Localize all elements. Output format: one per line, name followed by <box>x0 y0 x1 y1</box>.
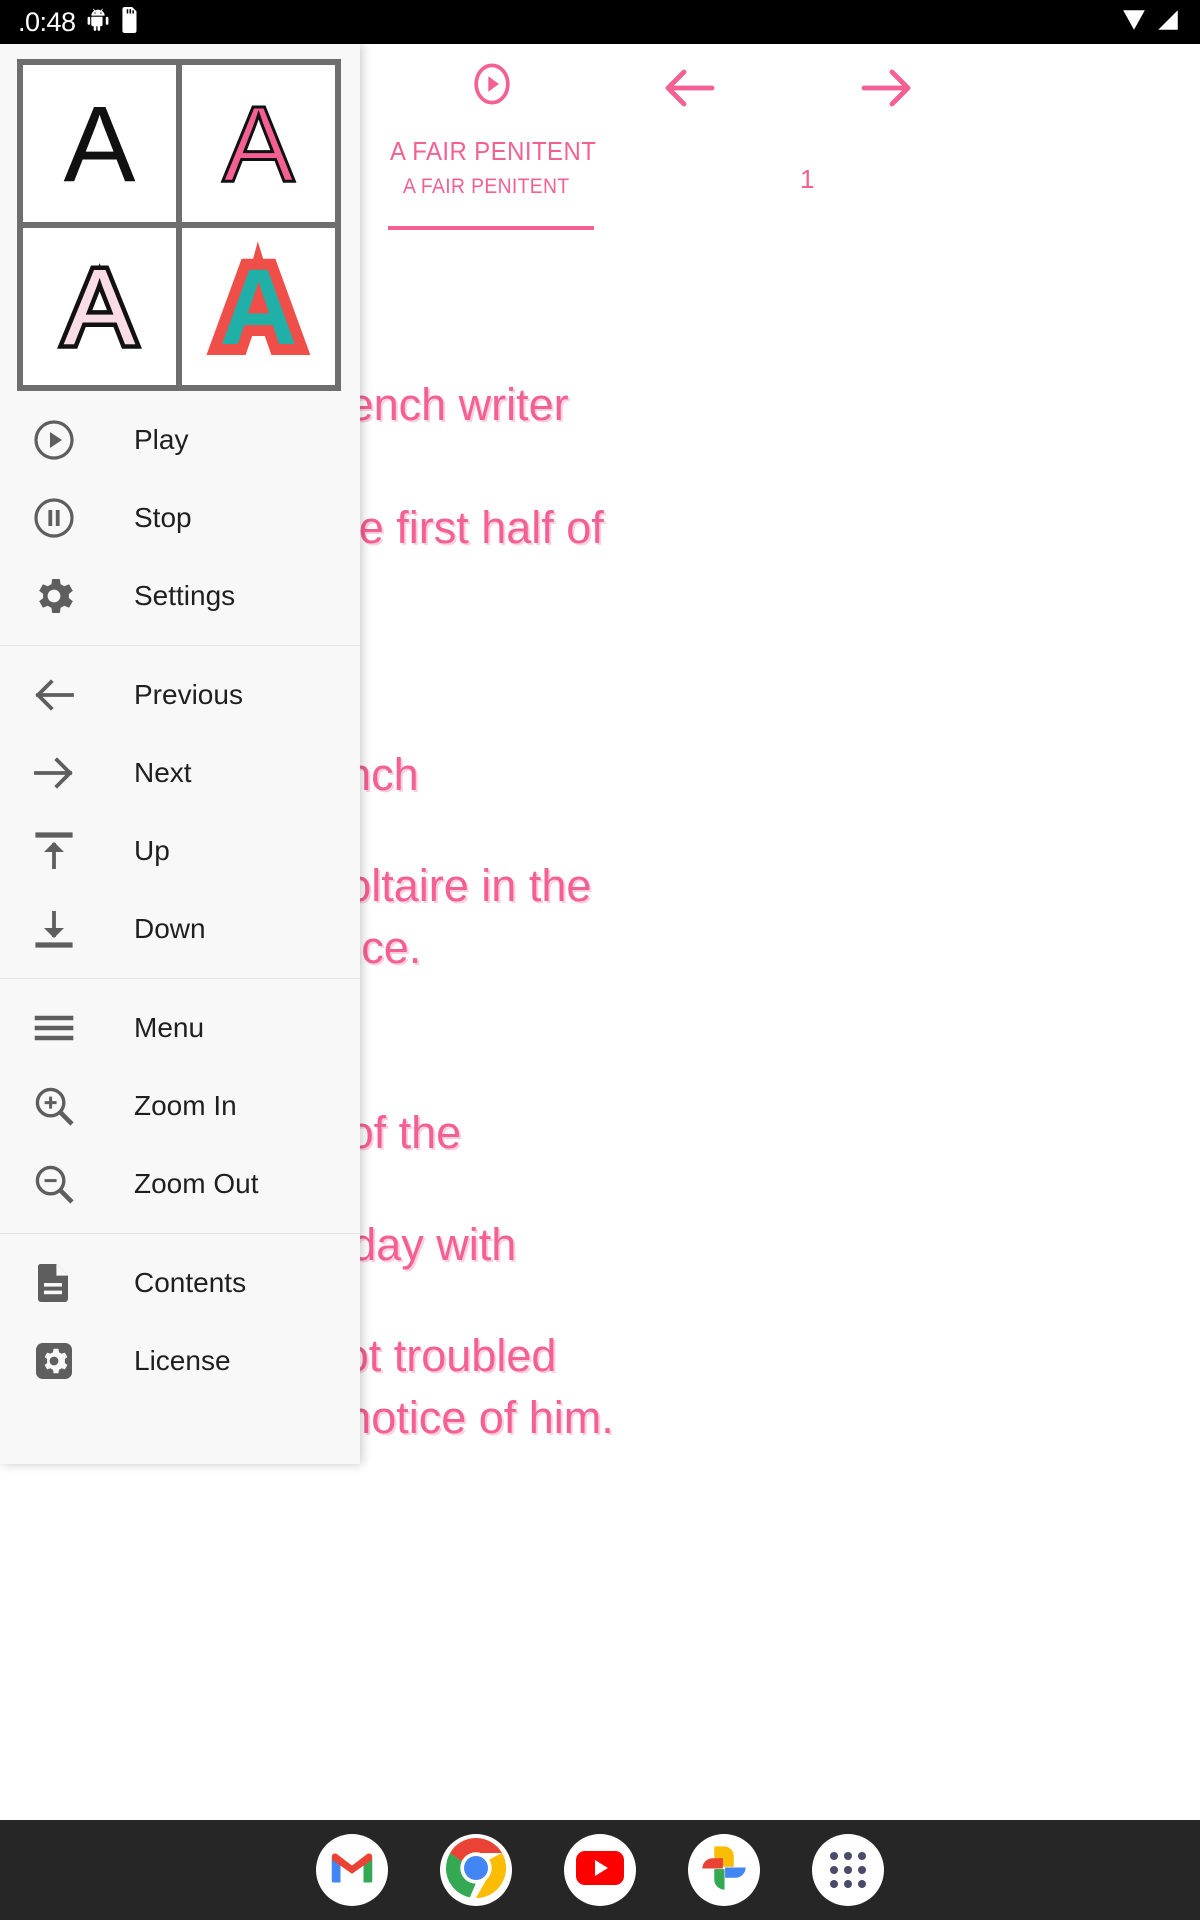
dock-app-gmail[interactable] <box>316 1834 388 1906</box>
drawer-item-play[interactable]: Play <box>0 401 360 479</box>
vertical-align-top-icon <box>26 823 82 879</box>
drawer-item-up[interactable]: Up <box>0 812 360 890</box>
font-sample-cell-1[interactable]: A <box>23 65 176 222</box>
youtube-icon <box>576 1850 624 1891</box>
font-sample-glyph: A <box>63 82 136 204</box>
drawer-group-view: Menu Zoom In Zoom Out <box>0 978 360 1233</box>
drawer-item-next[interactable]: Next <box>0 734 360 812</box>
font-sample-cell-3[interactable]: A <box>23 228 176 385</box>
arrow-left-icon[interactable] <box>662 66 718 115</box>
drawer-group-info: Contents License <box>0 1233 360 1410</box>
status-bar-right <box>1119 7 1182 38</box>
dock-app-drawer-button[interactable] <box>812 1834 884 1906</box>
font-sample-grid[interactable]: A A A A <box>17 59 341 391</box>
drawer-group-navigation: Previous Next Up Down <box>0 645 360 978</box>
bottom-dock <box>0 1820 1200 1920</box>
dock-app-chrome[interactable] <box>440 1834 512 1906</box>
reader-title-secondary: A FAIR PENITENT <box>403 175 570 198</box>
drawer-item-zoom-in[interactable]: Zoom In <box>0 1067 360 1145</box>
drawer-item-label: Menu <box>134 1012 205 1043</box>
drawer-item-label: Down <box>134 913 206 944</box>
arrow-right-icon <box>26 745 82 801</box>
play-circle-icon[interactable] <box>466 58 518 115</box>
drawer-item-label: Previous <box>134 679 243 710</box>
hamburger-menu-icon <box>26 1000 82 1056</box>
chrome-icon <box>440 1834 512 1906</box>
font-sample-glyph: A <box>209 241 309 371</box>
drawer-item-label: Settings <box>134 580 236 611</box>
drawer-item-label: Play <box>134 424 189 455</box>
settings-app-icon <box>26 1333 82 1389</box>
drawer-item-contents[interactable]: Contents <box>0 1244 360 1322</box>
drawer-item-menu[interactable]: Menu <box>0 989 360 1067</box>
font-sample-glyph: A <box>59 245 140 367</box>
drawer-item-settings[interactable]: Settings <box>0 557 360 635</box>
drawer-item-label: Zoom Out <box>134 1168 259 1199</box>
drawer-item-zoom-out[interactable]: Zoom Out <box>0 1145 360 1223</box>
zoom-in-icon <box>26 1078 82 1134</box>
status-bar: .0:48 <box>0 0 1200 44</box>
app-drawer-icon <box>830 1852 866 1888</box>
drawer-item-stop[interactable]: Stop <box>0 479 360 557</box>
drawer-item-label: License <box>134 1345 231 1376</box>
font-sample-cell-4[interactable]: A <box>182 228 335 385</box>
reader-page-number: 1 <box>800 164 815 194</box>
android-bug-icon <box>85 7 111 38</box>
dock-app-youtube[interactable] <box>564 1834 636 1906</box>
drawer-item-down[interactable]: Down <box>0 890 360 968</box>
drawer-item-label: Zoom In <box>134 1090 237 1121</box>
drawer-item-label: Contents <box>134 1267 247 1298</box>
play-circle-icon <box>26 412 82 468</box>
sd-card-icon <box>120 6 140 38</box>
drawer-item-label: Up <box>134 835 170 866</box>
reader-title-underline <box>388 226 594 230</box>
document-icon <box>26 1255 82 1311</box>
drawer-item-previous[interactable]: Previous <box>0 656 360 734</box>
reader-title-primary: A FAIR PENITENT <box>390 136 597 166</box>
vertical-align-bottom-icon <box>26 901 82 957</box>
google-photos-icon <box>698 1842 750 1899</box>
zoom-out-icon <box>26 1156 82 1212</box>
signal-icon <box>1154 7 1182 38</box>
status-clock: .0:48 <box>18 6 76 37</box>
drawer-group-playback: Play Stop Settings <box>0 391 360 645</box>
wifi-icon <box>1119 7 1149 38</box>
gear-icon <box>26 568 82 624</box>
drawer-item-license[interactable]: License <box>0 1322 360 1400</box>
status-bar-left: .0:48 <box>18 6 140 38</box>
gmail-icon <box>329 1845 375 1896</box>
font-sample-glyph: A <box>221 82 296 204</box>
pause-circle-icon <box>26 490 82 546</box>
navigation-drawer: A A A A Play Stop Settings Previous Next… <box>0 44 360 1464</box>
drawer-item-label: Stop <box>134 502 192 533</box>
dock-app-photos[interactable] <box>688 1834 760 1906</box>
font-sample-cell-2[interactable]: A <box>182 65 335 222</box>
arrow-right-icon[interactable] <box>858 66 914 115</box>
arrow-left-icon <box>26 667 82 723</box>
drawer-item-label: Next <box>134 757 192 788</box>
